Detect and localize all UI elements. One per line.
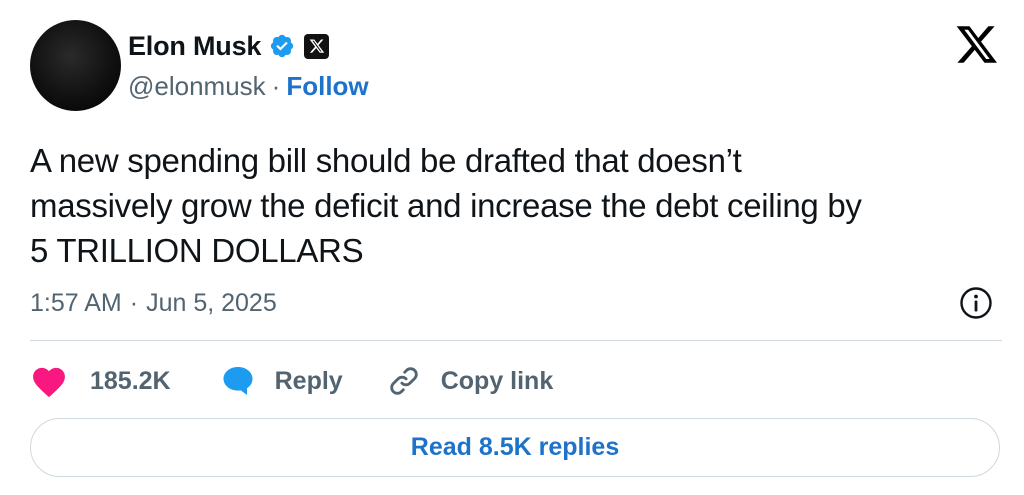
copy-link-button[interactable]: Copy link bbox=[387, 364, 554, 398]
author-name[interactable]: Elon Musk bbox=[128, 31, 261, 62]
timestamp-separator: · bbox=[129, 288, 139, 317]
follow-button[interactable]: Follow bbox=[286, 71, 368, 102]
x-affiliate-icon bbox=[304, 33, 330, 59]
reply-label: Reply bbox=[274, 366, 343, 395]
tweet-text-line: 5 TRILLION DOLLARS bbox=[30, 232, 364, 269]
link-icon bbox=[387, 364, 421, 398]
avatar[interactable] bbox=[30, 20, 121, 111]
handle-separator: · bbox=[271, 70, 281, 101]
tweet-text-line: massively grow the deficit and increase … bbox=[30, 187, 862, 224]
tweet-actions: 185.2K Reply Copy link bbox=[30, 360, 553, 402]
info-icon[interactable] bbox=[958, 285, 994, 321]
tweet-timestamp[interactable]: 1:57 AM · Jun 5, 2025 bbox=[30, 285, 277, 321]
verified-badge-icon bbox=[269, 33, 295, 59]
author-handle-row: @elonmusk · Follow bbox=[128, 70, 369, 102]
divider bbox=[30, 340, 1002, 341]
like-button[interactable]: 185.2K bbox=[30, 364, 171, 398]
copy-link-label: Copy link bbox=[440, 366, 554, 395]
author-handle[interactable]: @elonmusk bbox=[128, 71, 266, 102]
reply-bubble-icon bbox=[221, 365, 255, 397]
heart-icon bbox=[30, 364, 68, 398]
x-logo-icon[interactable] bbox=[955, 22, 999, 66]
tweet-text: A new spending bill should be drafted th… bbox=[30, 138, 1005, 273]
tweet-text-line: A new spending bill should be drafted th… bbox=[30, 142, 742, 179]
like-count: 185.2K bbox=[90, 366, 171, 395]
read-replies-button[interactable]: Read 8.5K replies bbox=[30, 418, 1000, 477]
reply-button[interactable]: Reply bbox=[221, 365, 343, 397]
tweet-time: 1:57 AM bbox=[30, 288, 122, 317]
author-name-row: Elon Musk bbox=[128, 30, 330, 62]
tweet-date: Jun 5, 2025 bbox=[146, 288, 277, 317]
